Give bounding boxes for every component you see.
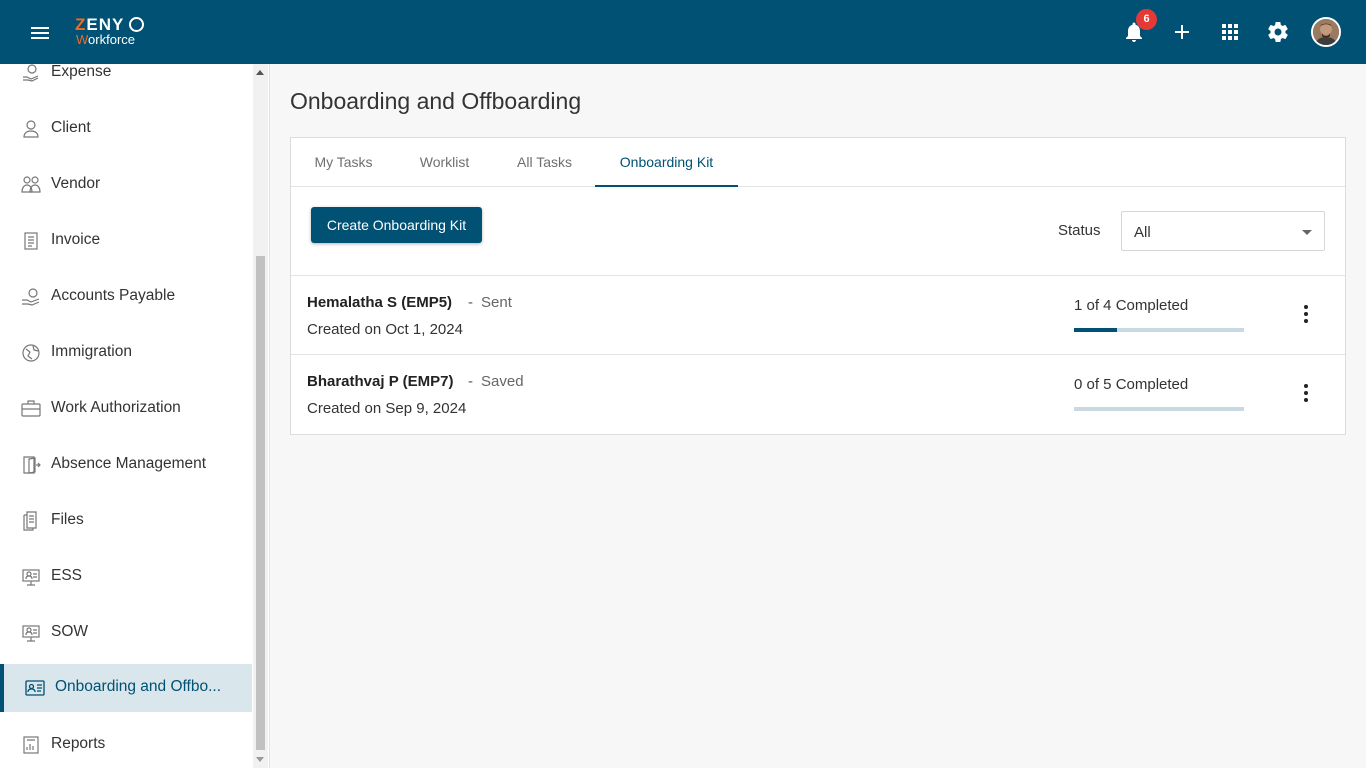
- more-options-icon[interactable]: [1294, 381, 1318, 405]
- app-logo[interactable]: ZENY Workforce: [75, 16, 155, 50]
- created-date: Created on Oct 1, 2024: [307, 321, 463, 338]
- status-filter-select[interactable]: All: [1121, 211, 1325, 251]
- scroll-down-arrow-icon[interactable]: [256, 757, 264, 762]
- tab-my-tasks[interactable]: My Tasks: [291, 138, 396, 187]
- sidebar-item-absence-management[interactable]: Absence Management: [0, 441, 252, 489]
- sidebar-scrollbar-thumb[interactable]: [256, 256, 265, 750]
- tab-worklist[interactable]: Worklist: [397, 138, 492, 187]
- progress-text: 0 of 5 Completed: [1074, 376, 1189, 393]
- files-icon: [23, 511, 37, 531]
- immigration-icon: [22, 344, 40, 362]
- employee-name: Hemalatha S (EMP5): [307, 294, 453, 311]
- logo-ring: [129, 17, 144, 32]
- ess-icon: [22, 569, 40, 586]
- accounts-payable-icon: [22, 288, 40, 306]
- tab-bar: My Tasks Worklist All Tasks Onboarding K…: [291, 138, 1345, 187]
- absence-icon: [23, 456, 41, 474]
- sidebar-item-label: ESS: [51, 567, 83, 584]
- tab-onboarding-kit[interactable]: Onboarding Kit: [595, 138, 738, 187]
- sidebar-item-sow[interactable]: SOW: [0, 609, 252, 657]
- sidebar-item-label: Immigration: [51, 343, 132, 360]
- sidebar-item-files[interactable]: Files: [0, 497, 252, 545]
- sidebar-item-label: SOW: [51, 623, 89, 640]
- top-bar: ZENY Workforce 6: [0, 0, 1366, 64]
- page-title: Onboarding and Offboarding: [290, 88, 582, 114]
- work-authorization-icon: [21, 400, 41, 417]
- progress-text: 1 of 4 Completed: [1074, 297, 1189, 314]
- vendor-icon: [21, 176, 41, 193]
- avatar[interactable]: [1311, 17, 1341, 47]
- gear-icon[interactable]: [1266, 20, 1290, 44]
- sidebar-item-label: Accounts Payable: [51, 287, 176, 304]
- reports-icon: [23, 736, 39, 754]
- invoice-icon: [24, 232, 38, 250]
- sidebar-item-accounts-payable[interactable]: Accounts Payable: [0, 273, 252, 321]
- notification-badge: 6: [1136, 9, 1157, 30]
- sidebar-item-label: Client: [51, 119, 91, 136]
- onboarding-card: My Tasks Worklist All Tasks Onboarding K…: [290, 137, 1346, 435]
- sidebar-item-label: Reports: [51, 735, 106, 752]
- sidebar-item-label: Files: [51, 511, 84, 528]
- sidebar-item-label: Work Authorization: [51, 399, 181, 416]
- sidebar-item-invoice[interactable]: Invoice: [0, 217, 252, 265]
- sidebar-item-work-authorization[interactable]: Work Authorization: [0, 385, 252, 433]
- progress-bar: [1074, 328, 1244, 332]
- kit-status: Sent: [481, 294, 512, 311]
- status-separator: -: [468, 373, 473, 390]
- sow-icon: [22, 625, 40, 642]
- apps-grid-icon[interactable]: [1218, 20, 1242, 44]
- list-item[interactable]: Bharathvaj P (EMP7) - Saved Created on S…: [291, 354, 1345, 433]
- status-filter-label: Status: [1058, 222, 1101, 239]
- onboarding-icon: [25, 680, 45, 696]
- sidebar: Expense Client Vendor Invoice Accounts P…: [0, 64, 270, 768]
- sidebar-item-expense[interactable]: Expense: [0, 64, 252, 97]
- more-options-icon[interactable]: [1294, 302, 1318, 326]
- kit-status: Saved: [481, 373, 524, 390]
- progress-bar: [1074, 407, 1244, 411]
- plus-icon[interactable]: [1170, 20, 1194, 44]
- sidebar-item-immigration[interactable]: Immigration: [0, 329, 252, 377]
- sidebar-item-reports[interactable]: Reports: [0, 721, 252, 768]
- list-item[interactable]: Hemalatha S (EMP5) - Sent Created on Oct…: [291, 275, 1345, 354]
- sidebar-item-ess[interactable]: ESS: [0, 553, 252, 601]
- sidebar-item-label: Expense: [51, 64, 112, 80]
- sidebar-item-label: Invoice: [51, 231, 101, 248]
- scroll-up-arrow-icon[interactable]: [256, 70, 264, 75]
- expense-icon: [23, 64, 39, 82]
- status-separator: -: [468, 294, 473, 311]
- sidebar-item-label: Vendor: [51, 175, 101, 192]
- status-filter-value: All: [1134, 224, 1151, 241]
- menu-icon[interactable]: [29, 22, 51, 42]
- client-icon: [23, 120, 39, 138]
- sidebar-item-client[interactable]: Client: [0, 105, 252, 153]
- sidebar-item-label: Absence Management: [51, 455, 207, 472]
- tab-all-tasks[interactable]: All Tasks: [496, 138, 593, 187]
- sidebar-item-label: Onboarding and Offbo...: [55, 678, 222, 695]
- progress-fill: [1074, 328, 1117, 332]
- created-date: Created on Sep 9, 2024: [307, 400, 467, 417]
- sidebar-item-vendor[interactable]: Vendor: [0, 161, 252, 209]
- user-photo-icon: [1313, 19, 1339, 45]
- chevron-down-icon: [1302, 230, 1312, 235]
- logo-subtitle: Workforce: [76, 32, 136, 47]
- employee-name: Bharathvaj P (EMP7): [307, 373, 454, 390]
- create-onboarding-kit-button[interactable]: Create Onboarding Kit: [311, 207, 482, 243]
- sidebar-item-onboarding[interactable]: Onboarding and Offbo...: [0, 664, 252, 712]
